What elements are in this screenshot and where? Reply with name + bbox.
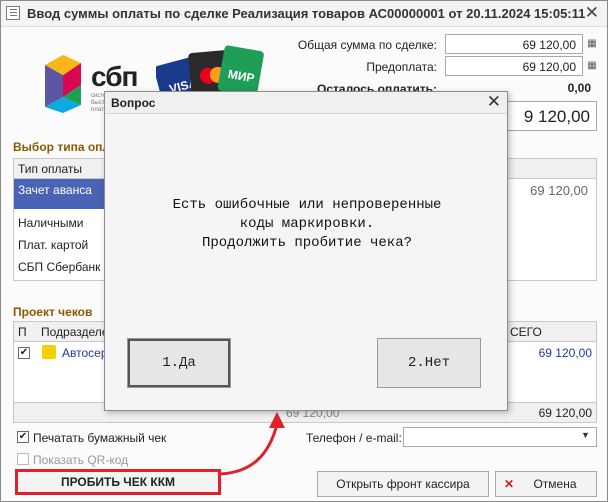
sbp-logo-text: сбп	[91, 61, 138, 92]
annotation-arrow-icon	[220, 412, 285, 476]
payment-row-sbp[interactable]: СБП Сбербанк	[14, 256, 104, 278]
show-qr-checkbox[interactable]	[17, 453, 29, 465]
total-label: Общая сумма по сделке:	[297, 38, 437, 52]
open-front-button[interactable]: Открыть фронт кассира	[317, 471, 489, 497]
col-total: СЕГО	[510, 325, 542, 339]
col-dept: Подразделе	[41, 325, 109, 339]
phone-label: Телефон / e-mail:	[306, 431, 402, 445]
check-row-checkbox[interactable]: ✔	[18, 347, 30, 359]
punch-check-button[interactable]: ПРОБИТЬ ЧЕК ККМ	[15, 469, 221, 495]
dialog-close-icon[interactable]: ✕	[487, 92, 501, 112]
question-dialog: Вопрос ✕ Есть ошибочные или непроверенны…	[104, 91, 508, 411]
check-row-total: 69 120,00	[538, 346, 592, 360]
cancel-x-icon: ✕	[504, 477, 515, 491]
close-icon[interactable]: ✕	[585, 3, 599, 23]
total-field: 69 120,00	[445, 34, 583, 54]
print-paper-label: Печатать бумажный чек	[33, 431, 167, 445]
prepay-label: Предоплата:	[366, 60, 437, 74]
amount-big-field[interactable]: 9 120,00	[499, 101, 597, 131]
calculator-icon[interactable]: ▦	[585, 56, 599, 76]
dialog-line-1: Есть ошибочные или непроверенные	[172, 197, 442, 213]
calculator-icon[interactable]: ▦	[585, 34, 599, 54]
document-icon	[6, 6, 20, 20]
payment-row-card[interactable]: Плат. картой	[14, 234, 104, 256]
payment-type-amount: 69 120,00	[530, 183, 588, 198]
dialog-title: Вопрос	[111, 96, 156, 110]
payment-window: Ввод суммы оплаты по сделке Реализация т…	[0, 0, 608, 502]
checks-section: Проект чеков	[13, 305, 93, 319]
dialog-line-3: Продолжить пробитие чека?	[201, 235, 413, 251]
title-bar: Ввод суммы оплаты по сделке Реализация т…	[1, 1, 607, 27]
dialog-yes-button[interactable]: 1.Да	[127, 338, 231, 388]
cancel-button[interactable]: ✕ Отмена	[495, 471, 597, 497]
dialog-title-bar: Вопрос ✕	[105, 92, 507, 114]
phone-input[interactable]	[403, 427, 597, 447]
dropdown-arrow-icon[interactable]: ▼	[581, 430, 590, 440]
check-row-dept[interactable]: Автосер	[62, 346, 108, 360]
dept-icon	[42, 345, 56, 359]
payment-row-advance[interactable]: Зачет аванса	[14, 179, 104, 209]
dialog-line-2: коды маркировки.	[239, 216, 375, 232]
payment-row-cash[interactable]: Наличными	[14, 212, 104, 234]
prepay-field[interactable]: 69 120,00	[445, 56, 583, 76]
payment-type-section: Выбор типа опл	[13, 140, 111, 154]
dialog-no-button[interactable]: 2.Нет	[377, 338, 481, 388]
col-payment-type: Тип оплаты	[18, 162, 83, 176]
show-qr-label: Показать QR-код	[33, 453, 129, 467]
print-paper-checkbox[interactable]: ✔	[17, 431, 29, 443]
col-p: П	[18, 325, 27, 339]
window-title: Ввод суммы оплаты по сделке Реализация т…	[27, 6, 586, 21]
checks-footer-total: 69 120,00	[538, 406, 592, 420]
cancel-label: Отмена	[533, 477, 577, 491]
dialog-message: Есть ошибочные или непроверенные коды ма…	[105, 196, 509, 253]
